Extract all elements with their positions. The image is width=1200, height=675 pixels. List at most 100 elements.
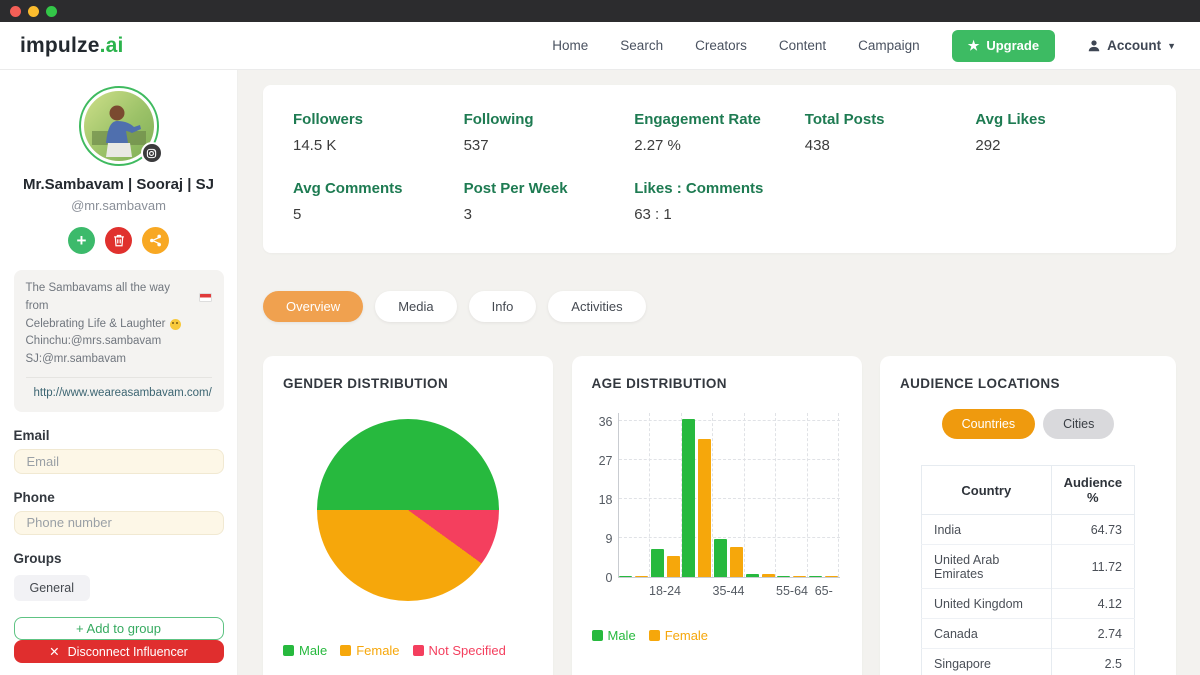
audience-locations-card: AUDIENCE LOCATIONS CountriesCities Count…	[880, 356, 1176, 675]
country-cell: Singapore	[922, 649, 1052, 675]
stat-value: 5	[293, 206, 464, 223]
nav-link-home[interactable]: Home	[552, 38, 588, 53]
account-menu[interactable]: Account ▼	[1087, 38, 1176, 53]
stat-label: Avg Likes	[975, 111, 1146, 128]
bar-male-13-17[interactable]	[619, 576, 632, 578]
tab-overview[interactable]: Overview	[263, 291, 363, 322]
legend-item-female: Female	[340, 643, 399, 658]
bar-male-18-24[interactable]	[651, 549, 664, 577]
logo-text: impulze	[20, 34, 100, 57]
tab-bar: Overview Media Info Activities	[263, 291, 1176, 322]
flag-icon	[199, 293, 212, 302]
window-minimize-button[interactable]	[28, 6, 39, 17]
age-legend: Male Female	[592, 628, 842, 643]
bar-group-18-24	[650, 413, 682, 577]
audience-percent-cell: 11.72	[1051, 545, 1134, 589]
y-tick-9: 9	[606, 532, 613, 546]
x-label-55-64: 55-64	[776, 584, 808, 598]
bar-male-35-44[interactable]	[714, 539, 727, 577]
tab-info[interactable]: Info	[469, 291, 537, 322]
stat-label: Post Per Week	[464, 180, 635, 197]
legend-swatch	[649, 630, 660, 641]
y-tick-18: 18	[599, 493, 613, 507]
table-row: United Kingdom4.12	[922, 589, 1135, 619]
bar-female-35-44[interactable]	[730, 547, 743, 577]
bar-female-45-54[interactable]	[762, 574, 775, 577]
legend-item-male: Male	[283, 643, 327, 658]
bar-female-18-24[interactable]	[667, 556, 680, 577]
bar-group-45-54	[745, 413, 777, 577]
smiley-emoji-icon	[170, 319, 181, 330]
audience-percent-cell: 2.74	[1051, 619, 1134, 649]
toggle-countries[interactable]: Countries	[942, 409, 1036, 439]
profile-handle: @mr.sambavam	[71, 198, 166, 213]
upgrade-button[interactable]: ★ Upgrade	[952, 30, 1055, 62]
y-tick-0: 0	[606, 571, 613, 585]
trash-icon	[113, 234, 125, 247]
x-label-65: 65-	[808, 584, 840, 598]
add-to-group-button[interactable]: + Add to group	[14, 617, 224, 640]
toggle-cities[interactable]: Cities	[1043, 409, 1114, 439]
bar-male-25-34[interactable]	[682, 419, 695, 577]
profile-sidebar: Mr.Sambavam | Sooraj | SJ @mr.sambavam +…	[0, 70, 238, 675]
group-chips: General	[14, 575, 224, 601]
delete-button[interactable]	[105, 227, 132, 254]
stat-value: 14.5 K	[293, 137, 464, 154]
legend-label: Female	[665, 628, 708, 643]
app-logo[interactable]: impulze.ai	[20, 34, 124, 58]
audience-card-title: AUDIENCE LOCATIONS	[900, 376, 1156, 391]
bar-male-65[interactable]	[809, 576, 822, 578]
legend-item-not-specified: Not Specified	[413, 643, 506, 658]
share-button[interactable]	[142, 227, 169, 254]
stat-post-per-week: Post Per Week3	[464, 180, 635, 223]
phone-field[interactable]	[14, 511, 224, 536]
window-close-button[interactable]	[10, 6, 21, 17]
legend-label: Male	[299, 643, 327, 658]
stat-label: Following	[464, 111, 635, 128]
age-card-title: AGE DISTRIBUTION	[592, 376, 842, 391]
bio-link[interactable]: http://www.weareasambavam.com/	[34, 385, 212, 403]
bar-female-65[interactable]	[825, 576, 838, 578]
stat-followers: Followers14.5 K	[293, 111, 464, 154]
email-label: Email	[14, 428, 224, 443]
instagram-icon	[141, 142, 163, 164]
email-field[interactable]	[14, 449, 224, 474]
star-icon: ★	[968, 38, 980, 54]
table-row: Singapore2.5	[922, 649, 1135, 675]
age-distribution-card: AGE DISTRIBUTION 09182736 18-2435-4455-6…	[572, 356, 862, 675]
audience-percent-cell: 4.12	[1051, 589, 1134, 619]
bio-box: The Sambavams all the way from Celebrati…	[14, 270, 224, 412]
groups-label: Groups	[14, 551, 224, 566]
plus-icon: +	[77, 231, 87, 251]
stat-label: Total Posts	[805, 111, 976, 128]
column-header-country: Country	[922, 466, 1052, 515]
bar-groups	[619, 413, 840, 577]
legend-item-male: Male	[592, 628, 636, 643]
share-nodes-icon	[149, 234, 162, 247]
add-button[interactable]: +	[68, 227, 95, 254]
profile-name: Mr.Sambavam | Sooraj | SJ	[23, 176, 214, 193]
stat-engagement-rate: Engagement Rate2.27 %	[634, 111, 805, 154]
nav-link-content[interactable]: Content	[779, 38, 826, 53]
nav-link-campaign[interactable]: Campaign	[858, 38, 920, 53]
tab-activities[interactable]: Activities	[548, 291, 645, 322]
tab-media[interactable]: Media	[375, 291, 456, 322]
disconnect-label: Disconnect Influencer	[68, 645, 188, 659]
stat-label: Avg Comments	[293, 180, 464, 197]
nav-link-creators[interactable]: Creators	[695, 38, 747, 53]
disconnect-influencer-button[interactable]: ✕ Disconnect Influencer	[14, 640, 224, 663]
group-chip-general[interactable]: General	[14, 575, 90, 601]
bar-group-35-44	[713, 413, 745, 577]
bar-female-25-34[interactable]	[698, 439, 711, 578]
nav-links: Home Search Creators Content Campaign	[552, 38, 919, 53]
gender-card-title: GENDER DISTRIBUTION	[283, 376, 533, 391]
window-zoom-button[interactable]	[46, 6, 57, 17]
nav-link-search[interactable]: Search	[620, 38, 663, 53]
bar-male-55-64[interactable]	[777, 576, 790, 578]
bar-female-55-64[interactable]	[793, 576, 806, 578]
table-row: United Arab Emirates11.72	[922, 545, 1135, 589]
audience-percent-cell: 2.5	[1051, 649, 1134, 675]
legend-swatch	[592, 630, 603, 641]
bar-male-45-54[interactable]	[746, 574, 759, 577]
bar-female-13-17[interactable]	[635, 576, 648, 578]
